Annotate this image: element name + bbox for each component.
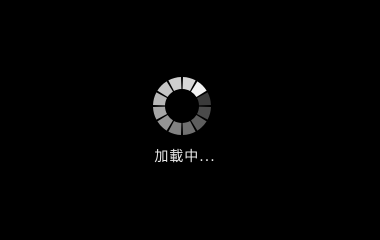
loading-label: 加載中... <box>154 149 216 165</box>
loading-spinner-icon <box>152 76 212 136</box>
loading-screen: 加載中... <box>0 0 380 225</box>
spinner-graphic <box>153 77 211 135</box>
